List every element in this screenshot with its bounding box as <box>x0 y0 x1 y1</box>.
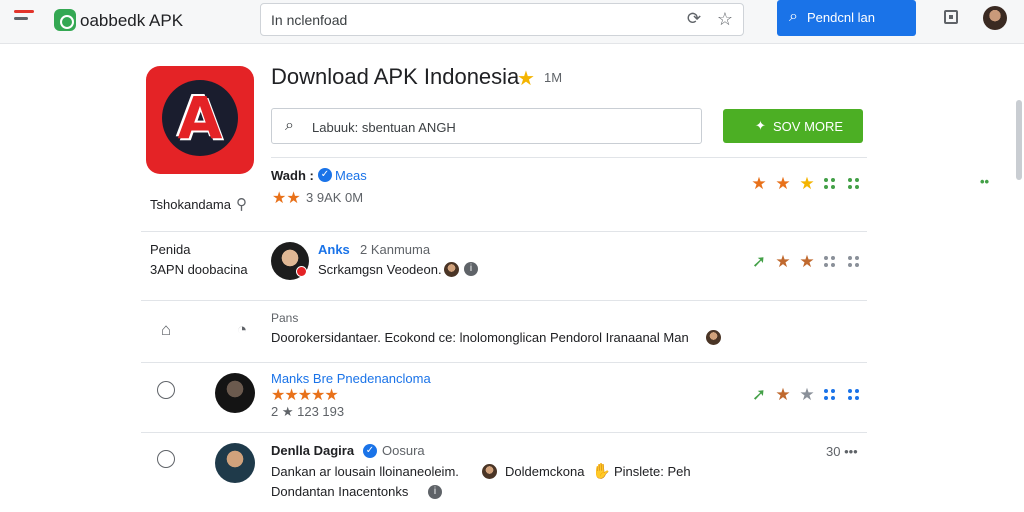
face-emoji-icon <box>482 464 497 479</box>
more-dots-icon[interactable]: •• <box>980 174 989 189</box>
divider <box>141 432 867 433</box>
rating-star-icon[interactable]: ★ <box>798 386 816 404</box>
app-icon[interactable]: A <box>146 66 254 174</box>
arrow-up-icon[interactable]: ➚ <box>750 386 768 404</box>
grid-dots-icon[interactable] <box>848 389 860 401</box>
tab-switch-icon[interactable] <box>944 10 958 24</box>
scrollbar[interactable] <box>1016 100 1022 180</box>
menu-icon[interactable] <box>14 10 36 30</box>
user-avatar[interactable] <box>983 6 1007 30</box>
row1-title: Wadh : <box>271 168 314 183</box>
face-emoji-icon <box>706 330 721 345</box>
arrow-up-icon[interactable]: ➚ <box>750 253 768 271</box>
timer-icon[interactable] <box>157 381 175 399</box>
search-icon: ⌕ <box>789 8 798 25</box>
row5-line1-c: Pinslete: Peh <box>614 464 691 479</box>
divider <box>271 157 867 158</box>
row2-subtitle: Scrkamgsn Veodeon. <box>318 262 442 277</box>
app-title: Download APK Indonesia <box>271 64 520 89</box>
info-icon: i <box>428 485 442 499</box>
search-icon: ⌕ <box>285 117 294 134</box>
grid-dots-icon[interactable] <box>824 256 836 268</box>
row2-title[interactable]: Anks <box>318 242 350 257</box>
bookmark-star-icon[interactable]: ☆ <box>715 9 735 29</box>
rating-star-icon[interactable]: ★ <box>774 386 792 404</box>
row5-line1-a: Dankan ar lousain lloinaneoleim. <box>271 464 459 479</box>
row1-subtitle: 3 9AK 0M <box>306 190 364 205</box>
grid-dots-icon[interactable] <box>848 178 860 190</box>
app-search-text: Labuuk: sbentuan ANGH <box>312 120 456 135</box>
row2-title-extra: 2 Kanmuma <box>360 242 431 257</box>
divider <box>141 231 867 232</box>
row4-subtitle: 2 ★ 123 193 <box>271 404 345 419</box>
info-icon: i <box>464 262 478 276</box>
grid-dots-icon[interactable] <box>848 256 860 268</box>
divider <box>141 362 867 363</box>
row5-meta[interactable]: 30 ••• <box>826 444 858 459</box>
verified-icon: ✓ <box>318 168 332 182</box>
rating-star-icon[interactable]: ★ <box>774 253 792 271</box>
row1-link[interactable]: Meas <box>335 168 367 183</box>
row5-title-extra: Oosura <box>382 443 425 458</box>
row4-stars-icon: ★★★★★ <box>271 387 339 404</box>
radio-button[interactable] <box>157 450 175 468</box>
row1-stars-icon: ★★ <box>272 190 301 207</box>
sparkle-icon: ✦ <box>755 118 766 133</box>
divider <box>141 300 867 301</box>
top-bar: oabbedk APK In nclenfoad ⟳ ☆ ⌕ Pendcnl l… <box>0 0 1024 44</box>
location-icon[interactable]: ⚲ <box>236 195 247 213</box>
see-more-label: SOV MORE <box>773 119 844 134</box>
rating-star-icon[interactable]: ★ <box>774 175 792 193</box>
grid-dots-icon[interactable] <box>824 389 836 401</box>
hand-emoji-icon: ✋ <box>592 463 611 480</box>
brand-title[interactable]: oabbedk APK <box>80 11 183 31</box>
url-bar[interactable]: In nclenfoad ⟳ ☆ <box>260 3 744 36</box>
face-emoji-icon <box>444 262 459 277</box>
home-icon[interactable]: ⌂ <box>156 320 176 340</box>
user-avatar[interactable] <box>215 373 255 413</box>
row5-title[interactable]: Denlla Dagira <box>271 443 354 458</box>
rating-star-icon[interactable]: ★ <box>798 253 816 271</box>
status-dot-icon <box>296 266 307 277</box>
grid-dots-icon[interactable] <box>824 178 836 190</box>
url-text[interactable]: In nclenfoad <box>271 12 347 28</box>
gauge-icon[interactable]: ◔ <box>232 320 252 340</box>
row2-left-label-2: 3APN doobacina <box>150 262 248 277</box>
row4-title[interactable]: Manks Bre Pnedenancloma <box>271 371 431 386</box>
developer-label: Tshokandama <box>150 197 231 212</box>
row3-text: Doorokersidantaer. Ecokond ce: lnolomong… <box>271 330 689 345</box>
rating-star-icon[interactable]: ★ <box>750 175 768 193</box>
row2-left-label-1: Penida <box>150 242 191 257</box>
reload-icon[interactable]: ⟳ <box>685 10 703 28</box>
brand-logo-icon[interactable] <box>54 9 76 31</box>
verified-icon: ✓ <box>363 444 377 458</box>
search-button[interactable]: ⌕ Pendcnl lan <box>777 0 916 36</box>
app-icon-glyph: A <box>177 84 223 152</box>
app-search-input[interactable]: ⌕ Labuuk: sbentuan ANGH <box>271 108 702 144</box>
app-title-meta: 1M <box>544 70 563 85</box>
row5-line2: Dondantan Inacentonks <box>271 484 409 499</box>
row5-line1-b: Doldemckona <box>505 464 585 479</box>
search-button-label: Pendcnl lan <box>807 10 875 25</box>
row3-label: Pans <box>271 311 299 325</box>
see-more-button[interactable]: ✦ SOV MORE <box>723 109 863 143</box>
rating-star-icon[interactable]: ★ <box>798 175 816 193</box>
user-avatar[interactable] <box>215 443 255 483</box>
rating-star-icon: ★ <box>517 68 535 90</box>
